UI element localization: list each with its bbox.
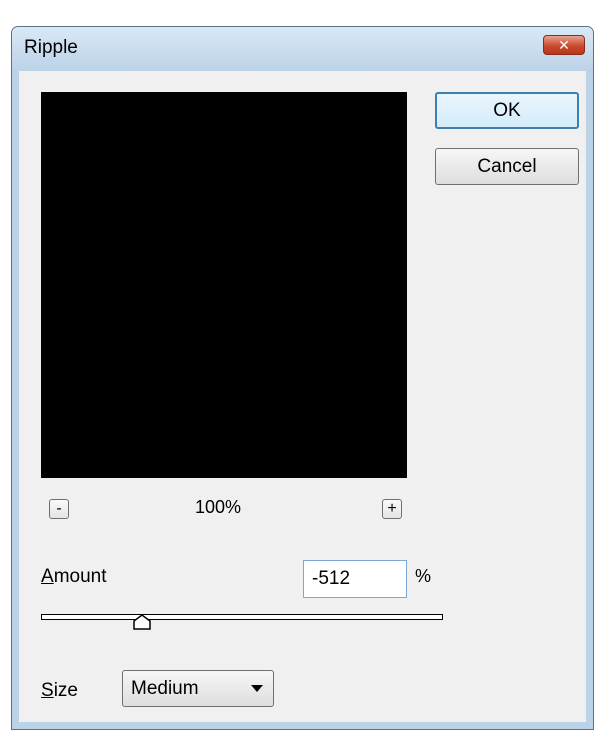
chevron-down-icon (251, 685, 263, 692)
dialog-body: OK Cancel - 100% + Amount % Size Medium (19, 71, 586, 722)
zoom-out-button[interactable]: - (49, 499, 69, 519)
plus-icon: + (387, 500, 397, 517)
size-label: Size (41, 680, 78, 702)
close-button[interactable]: ✕ (543, 35, 585, 55)
amount-label-mnemonic: A (41, 566, 54, 587)
preview-area[interactable] (41, 92, 407, 478)
size-label-rest: ize (53, 680, 78, 701)
amount-slider-track[interactable] (41, 614, 443, 620)
minus-icon: - (56, 500, 62, 517)
amount-label-rest: mount (53, 566, 107, 587)
ripple-dialog: Ripple ✕ OK Cancel - 100% + Amount % Siz… (11, 26, 594, 730)
ok-button[interactable]: OK (435, 92, 579, 129)
zoom-in-button[interactable]: + (382, 499, 402, 519)
amount-unit: % (415, 566, 432, 586)
amount-label: Amount (41, 566, 107, 588)
slider-thumb-icon[interactable] (132, 614, 151, 630)
dialog-title: Ripple (24, 37, 78, 58)
amount-input[interactable] (303, 560, 407, 598)
size-dropdown[interactable]: Medium (122, 670, 274, 707)
zoom-level: 100% (195, 497, 242, 517)
cancel-button[interactable]: Cancel (435, 148, 579, 185)
size-selected-value: Medium (131, 678, 199, 699)
size-label-mnemonic: S (41, 680, 54, 701)
close-icon: ✕ (558, 36, 570, 53)
title-bar[interactable]: Ripple ✕ (12, 27, 593, 71)
